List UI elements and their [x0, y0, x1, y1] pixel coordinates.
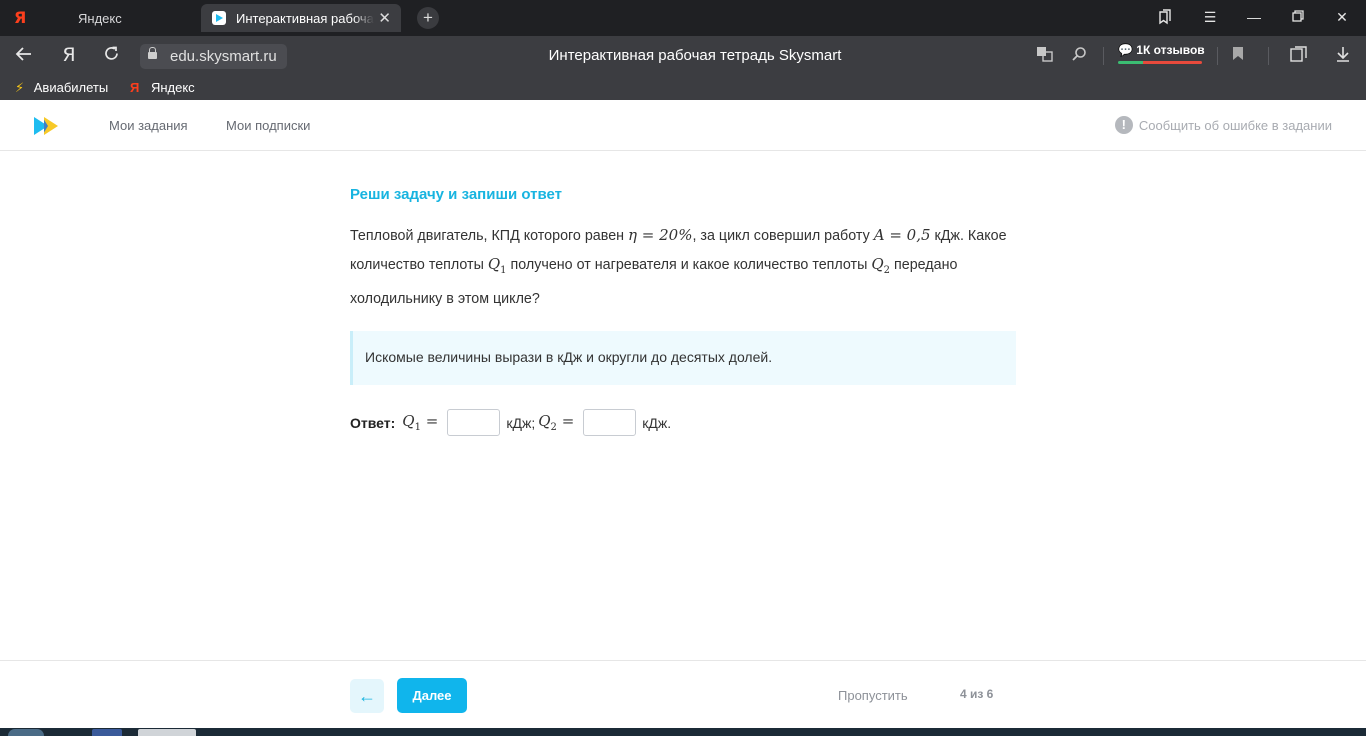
- yandex-icon: Я: [14, 8, 27, 27]
- task-footer: ← Далее Пропустить 4 из 6: [0, 660, 1366, 728]
- answer-unit-1: кДж;: [506, 414, 536, 431]
- page-title: Интерактивная рабочая тетрадь Skysmart: [548, 47, 842, 64]
- browser-tab-bar: Я Яндекс Интерактивная рабоча ✕ + ☰ — ✕: [0, 0, 1366, 36]
- q1-letter: Q: [487, 255, 501, 273]
- download-icon[interactable]: [1333, 46, 1353, 66]
- divider: [1103, 47, 1104, 65]
- bookmark-yandex[interactable]: Я Яндекс: [130, 80, 195, 95]
- url-field[interactable]: edu.skysmart.ru: [140, 44, 287, 69]
- yandex-icon: Я: [130, 80, 140, 95]
- task-text: Тепловой двигатель, КПД которого равен η…: [350, 221, 1016, 313]
- previous-task-button[interactable]: ←: [350, 679, 384, 713]
- report-label: Сообщить об ошибке в задании: [1138, 118, 1332, 133]
- answer-q2-input[interactable]: [583, 409, 637, 436]
- task-text-part: , за цикл совершил работу: [692, 228, 874, 244]
- q1-symbol: Q1: [487, 255, 507, 276]
- divider: [1217, 47, 1218, 65]
- answer-q1-index: 1: [414, 422, 421, 433]
- plane-icon: ⚡: [15, 80, 25, 95]
- tab-yandex[interactable]: Я Яндекс: [0, 4, 200, 32]
- tab-label: Яндекс: [78, 10, 122, 26]
- hint-box: Искомые величины вырази в кДж и округли …: [350, 331, 1016, 385]
- restore-icon[interactable]: [1287, 9, 1309, 25]
- close-window-icon[interactable]: ✕: [1331, 9, 1353, 26]
- rating-bar: [1118, 61, 1202, 64]
- bookmarks-bar: ⚡ Авиабилеты Я Яндекс: [0, 76, 1366, 100]
- reviews-button[interactable]: 💬 1К отзывов: [1118, 43, 1205, 57]
- task-text-part: Тепловой двигатель, КПД которого равен: [350, 228, 629, 244]
- new-tab-button[interactable]: +: [417, 7, 439, 29]
- nav-my-tasks[interactable]: Мои задания: [109, 118, 188, 133]
- hint-text: Искомые величины вырази в кДж и округли …: [365, 349, 773, 365]
- taskbar-app[interactable]: [92, 729, 122, 736]
- start-button[interactable]: [8, 729, 44, 736]
- taskbar-app-active[interactable]: [138, 729, 196, 736]
- tab-skysmart[interactable]: Интерактивная рабоча ✕: [201, 4, 401, 32]
- skysmart-logo-icon[interactable]: [34, 117, 62, 135]
- bookmark-label: Яндекс: [150, 80, 195, 95]
- bookmark-icon[interactable]: [1228, 46, 1248, 65]
- skip-button[interactable]: Пропустить: [838, 688, 908, 703]
- q2-letter: Q: [871, 255, 884, 273]
- answer-unit-2: кДж.: [642, 414, 672, 431]
- lock-icon: [148, 47, 157, 61]
- task-heading: Реши задачу и запиши ответ: [350, 186, 562, 203]
- arrow-left-icon: ←: [358, 686, 376, 706]
- divider: [1268, 47, 1269, 65]
- site-header: Мои задания Мои подписки ! Сообщить об о…: [0, 100, 1366, 151]
- equals-sign: =: [425, 412, 439, 430]
- translate-icon[interactable]: [1035, 46, 1055, 66]
- nav-my-subscriptions[interactable]: Мои подписки: [226, 118, 310, 133]
- task-text-part: получено от нагревателя и какое количест…: [506, 257, 872, 273]
- minimize-icon[interactable]: —: [1243, 9, 1265, 25]
- answer-q1-input[interactable]: [447, 409, 501, 436]
- answer-label: Ответ:: [350, 414, 396, 431]
- menu-icon[interactable]: ☰: [1199, 9, 1221, 26]
- tab-label: Интерактивная рабоча: [236, 10, 374, 26]
- collections-icon[interactable]: [1289, 46, 1309, 66]
- yandex-home-icon[interactable]: Я: [57, 44, 81, 66]
- answer-q2-symbol: Q2 =: [538, 412, 574, 433]
- address-bar: Я edu.skysmart.ru Интерактивная рабочая …: [0, 36, 1366, 76]
- collections-icon[interactable]: [1154, 9, 1176, 28]
- answer-q1-symbol: Q1 =: [402, 412, 438, 433]
- os-taskbar: [0, 728, 1366, 736]
- task-card: Реши задачу и запиши ответ Тепловой двиг…: [350, 186, 1016, 436]
- answer-q2-letter: Q: [538, 412, 551, 430]
- exclamation-icon: !: [1114, 116, 1133, 134]
- equals-sign: =: [561, 412, 575, 430]
- q2-symbol: Q2: [871, 255, 890, 276]
- answer-q1-letter: Q: [402, 412, 415, 430]
- search-icon[interactable]: [1069, 46, 1089, 66]
- back-arrow-icon[interactable]: [12, 45, 36, 68]
- bookmark-aviabilety[interactable]: ⚡ Авиабилеты: [15, 80, 108, 96]
- next-button[interactable]: Далее: [397, 678, 467, 713]
- reviews-label: 1К отзывов: [1136, 43, 1205, 57]
- report-error-link[interactable]: ! Сообщить об ошибке в задании: [1114, 116, 1332, 134]
- chat-bubble-icon: 💬: [1118, 43, 1133, 57]
- answer-row: Ответ: Q1 = кДж; Q2 = кДж.: [350, 409, 1016, 436]
- bookmark-label: Авиабилеты: [33, 80, 109, 95]
- answer-q2-index: 2: [550, 422, 557, 433]
- task-counter: 4 из 6: [960, 687, 994, 701]
- reload-icon[interactable]: [99, 45, 123, 67]
- eta-formula: η = 20%: [628, 226, 693, 244]
- skysmart-favicon-icon: [212, 11, 226, 25]
- work-formula: A = 0,5: [873, 226, 931, 244]
- close-tab-icon[interactable]: ✕: [378, 9, 391, 27]
